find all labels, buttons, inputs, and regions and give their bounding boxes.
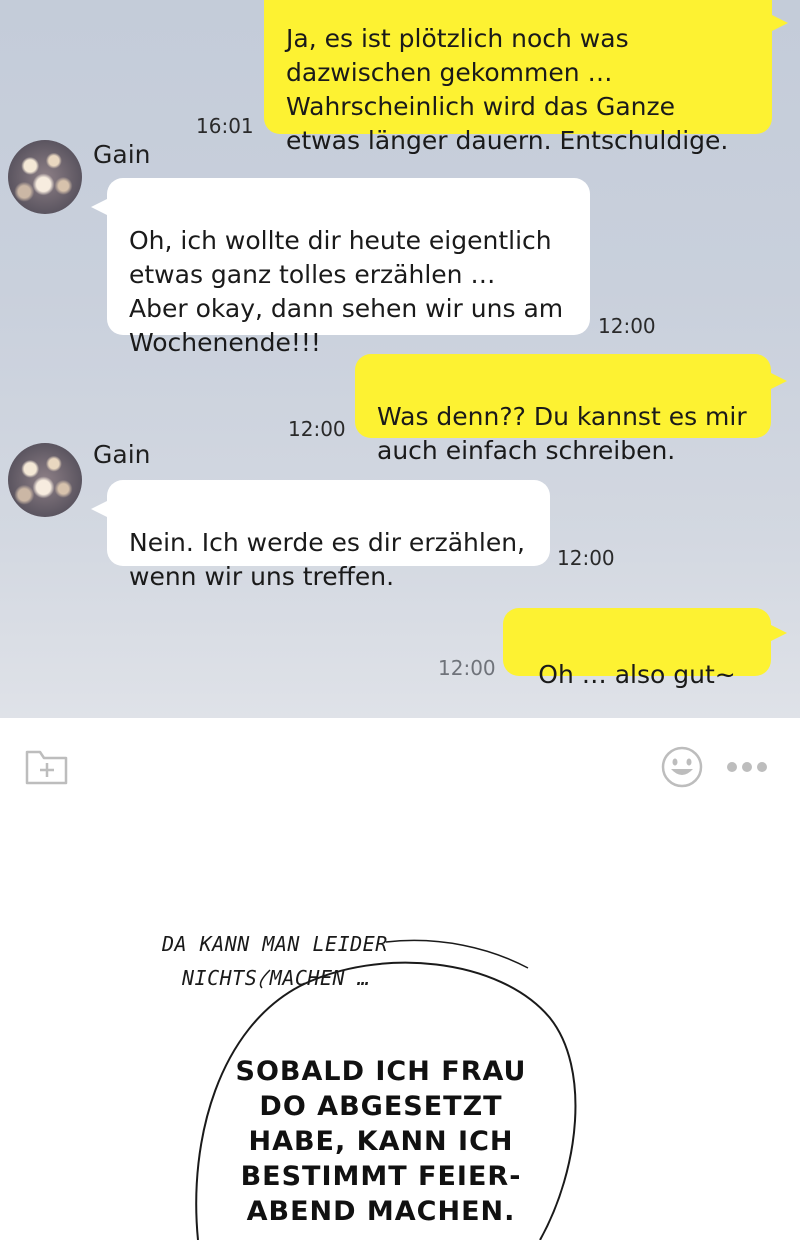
message-time: 16:01 — [196, 114, 254, 138]
chat-area: Ja, es ist plötzlich noch was dazwischen… — [0, 0, 800, 718]
incoming-message[interactable]: Nein. Ich werde es dir erzählen, wenn wi… — [107, 480, 550, 591]
narration-text: NICHTS MACHEN … — [182, 966, 371, 990]
chat-input-toolbar — [0, 718, 800, 818]
outgoing-message[interactable]: Was denn?? Du kannst es mir auch einfach… — [355, 354, 771, 465]
message-text: Oh, ich wollte dir heute eigentlich etwa… — [129, 226, 564, 357]
sender-name: Gain — [93, 140, 151, 169]
contact-avatar[interactable] — [8, 140, 82, 214]
outgoing-message[interactable]: Ja, es ist plötzlich noch was dazwischen… — [264, 0, 772, 155]
message-time: 12:00 — [598, 314, 656, 338]
narration-text: DA KANN MAN LEIDER — [162, 932, 388, 956]
sender-name: Gain — [93, 440, 151, 469]
comic-panel: DA KANN MAN LEIDER NICHTS MACHEN … SOBAL… — [0, 818, 800, 1240]
bubble-tail — [770, 14, 788, 32]
message-text: Nein. Ich werde es dir erzählen, wenn wi… — [129, 528, 525, 591]
message-time: 12:00 — [557, 546, 615, 570]
message-time: 12:00 — [288, 417, 346, 441]
emoji-icon[interactable] — [660, 745, 704, 789]
incoming-message[interactable]: Oh, ich wollte dir heute eigentlich etwa… — [107, 178, 590, 357]
message-time: 12:00 — [438, 656, 496, 680]
message-text: Was denn?? Du kannst es mir auch einfach… — [377, 402, 747, 465]
bubble-tail — [769, 372, 787, 390]
message-text: Ja, es ist plötzlich noch was dazwischen… — [286, 24, 729, 155]
add-file-icon[interactable] — [24, 746, 70, 786]
bubble-tail — [769, 624, 787, 642]
contact-avatar[interactable] — [8, 443, 82, 517]
more-icon[interactable] — [726, 760, 768, 774]
message-text: Oh … also gut~ — [538, 660, 736, 689]
outgoing-message[interactable]: Oh … also gut~ — [503, 608, 771, 689]
speech-text: SOBALD ICH FRAU DO ABGESETZT HABE, KANN … — [235, 1056, 527, 1227]
